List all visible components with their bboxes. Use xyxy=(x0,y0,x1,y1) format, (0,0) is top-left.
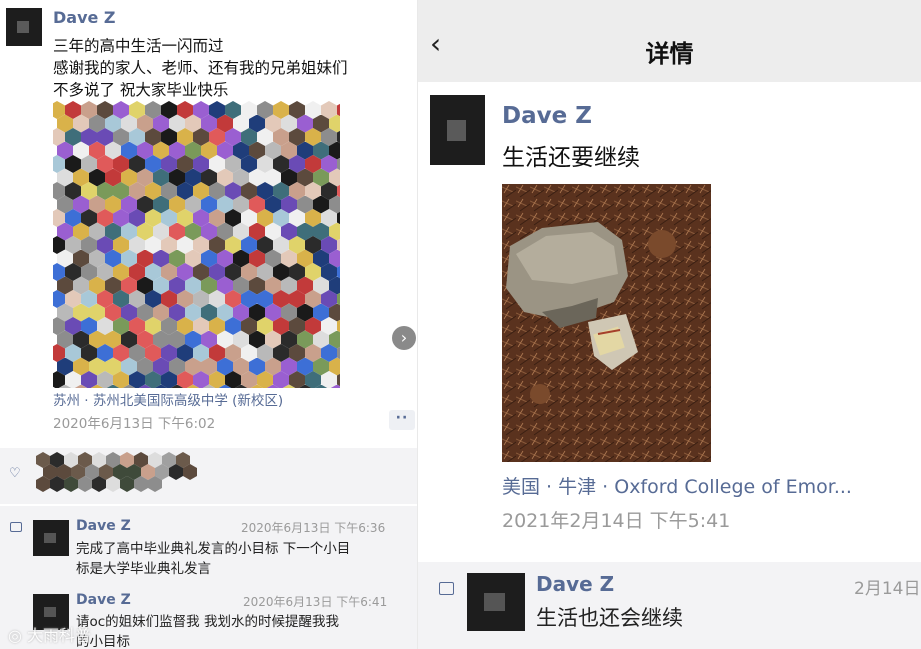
post-text: 生活还要继续 xyxy=(502,145,640,171)
comment-text-line: 的小目标 xyxy=(76,634,130,649)
more-dots-icon[interactable]: ·· xyxy=(389,410,415,430)
comment-icon xyxy=(439,582,454,595)
watermark-text: 大雨科普 xyxy=(27,626,92,645)
post-text-line: 感谢我的家人、老师、还有我的兄弟姐妹们 xyxy=(53,59,348,77)
post-location[interactable]: 美国 · 牛津 · Oxford College of Emor... xyxy=(502,472,852,499)
post-text: 三年的高中生活一闪而过 感谢我的家人、老师、还有我的兄弟姐妹们 不多说了 祝大家… xyxy=(53,35,348,101)
comment-author[interactable]: Dave Z xyxy=(76,592,131,608)
comment-author[interactable]: Dave Z xyxy=(76,518,131,534)
comment-avatar[interactable] xyxy=(33,520,69,556)
comment-avatar[interactable] xyxy=(467,573,525,631)
post-text-line: 三年的高中生活一闪而过 xyxy=(53,37,224,55)
comment-icon xyxy=(10,522,22,532)
rock-photo-illustration xyxy=(502,184,711,462)
comment-text-line: 请oc的姐妹们监督我 我划水的时候提醒我我 xyxy=(76,614,339,630)
header-title: 详情 xyxy=(645,40,694,68)
comment-author[interactable]: Dave Z xyxy=(536,572,614,596)
detail-header: ‹ 详情 xyxy=(418,0,921,82)
mosaic-photo-grid[interactable] xyxy=(53,101,340,388)
comment-text-line: 标是大学毕业典礼发言 xyxy=(76,561,211,577)
author-name[interactable]: Dave Z xyxy=(502,103,592,129)
comment-text-line: 完成了高中毕业典礼发言的小目标 下一个小目 xyxy=(76,541,351,557)
author-avatar[interactable] xyxy=(430,95,485,165)
heart-icon: ♡ xyxy=(9,466,21,481)
post-time: 2021年2月14日 下午5:41 xyxy=(502,510,731,532)
left-moments-post: Dave Z 三年的高中生活一闪而过 感谢我的家人、老师、还有我的兄弟姐妹们 不… xyxy=(0,0,418,649)
comment-time: 2月14日 xyxy=(854,579,921,599)
comment-text: 生活也还会继续 xyxy=(536,606,683,630)
watermark: ◎ 大雨科普 xyxy=(8,626,92,645)
post-text-line: 不多说了 祝大家毕业快乐 xyxy=(53,81,229,99)
author-avatar[interactable] xyxy=(6,8,42,46)
post-time: 2020年6月13日 下午6:02 xyxy=(53,416,216,432)
comment-text: 完成了高中毕业典礼发言的小目标 下一个小目 标是大学毕业典礼发言 xyxy=(76,539,350,579)
comment-text: 请oc的姐妹们监督我 我划水的时候提醒我我 的小目标 xyxy=(76,612,339,649)
comment-time: 2020年6月13日 下午6:36 xyxy=(241,521,386,535)
chevron-right-icon[interactable]: › xyxy=(392,326,416,350)
post-location[interactable]: 苏州 · 苏州北美国际高级中学 (新校区) xyxy=(53,389,283,409)
comment-time: 2020年6月13日 下午6:41 xyxy=(243,595,388,609)
author-name[interactable]: Dave Z xyxy=(53,8,116,27)
post-photo[interactable] xyxy=(502,184,711,462)
right-post-detail: ‹ 详情 Dave Z 生活还要继续 美国 · 牛津 · Oxford Coll… xyxy=(418,0,921,649)
